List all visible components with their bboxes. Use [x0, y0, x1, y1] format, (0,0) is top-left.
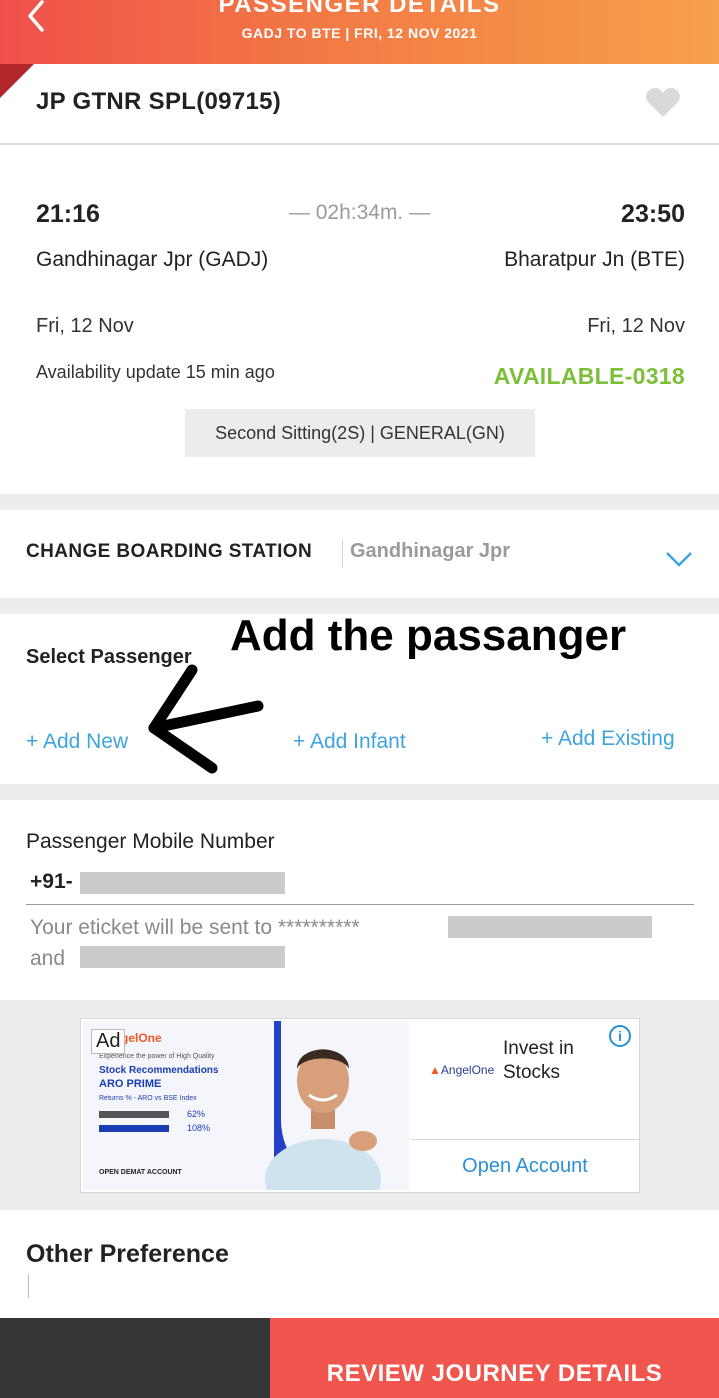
ad-headline: Stock Recommendations [99, 1065, 219, 1076]
page-title: PASSENGER DETAILS [218, 0, 501, 18]
add-infant-button[interactable]: + Add Infant [293, 730, 406, 754]
ad-tagline: Experience the power of High Quality [99, 1053, 215, 1060]
footer-left [0, 1318, 270, 1398]
review-journey-button[interactable]: REVIEW JOURNEY DETAILS [270, 1318, 719, 1398]
divider [342, 540, 343, 568]
eticket-line-1: Your eticket will be sent to ********** [30, 916, 360, 939]
train-card: JP GTNR SPL(09715) 21:16 — 02h:34m. — 23… [0, 64, 719, 494]
ad-logo: ▲AngelOne [429, 1063, 495, 1077]
person-illustration [265, 1049, 381, 1190]
ad-bar-value: 62% [187, 1109, 206, 1119]
availability-update: Availability update 15 min ago [36, 362, 275, 382]
ad-logo-text: AngelOne [440, 1063, 495, 1077]
add-new-button[interactable]: + Add New [26, 730, 128, 754]
ad-bar [99, 1125, 169, 1132]
ad-tag: Ad [91, 1029, 126, 1054]
boarding-station-row[interactable]: CHANGE BOARDING STATION Gandhinagar Jpr [0, 510, 719, 598]
header-bar: PASSENGER DETAILS GADJ TO BTE | FRI, 12 … [0, 0, 719, 64]
ad-bar-value: 108% [187, 1123, 211, 1133]
to-station: Bharatpur Jn (BTE) [504, 248, 685, 271]
divider [0, 143, 719, 145]
ad-small-cta: OPEN DEMAT ACCOUNT [99, 1169, 182, 1176]
open-account-button[interactable]: Open Account [411, 1155, 639, 1178]
ad-brand: gelOne [121, 1031, 162, 1045]
review-journey-label: REVIEW JOURNEY DETAILS [326, 1360, 663, 1387]
boarding-label: CHANGE BOARDING STATION [26, 541, 313, 562]
ad-invest-text: Invest in Stocks [503, 1038, 574, 1083]
mobile-number-input[interactable] [80, 872, 285, 894]
mobile-label: Passenger Mobile Number [26, 830, 275, 853]
journey-duration: — 02h:34m. — [288, 201, 431, 224]
redacted-phone [80, 946, 285, 968]
ad-text-panel: i ▲AngelOne Invest in Stocks [411, 1021, 637, 1141]
ad-bar [99, 1111, 169, 1118]
text-cursor [28, 1274, 29, 1298]
chevron-down-icon[interactable] [665, 550, 693, 568]
other-preference-section: Other Preference [0, 1210, 719, 1318]
from-date: Fri, 12 Nov [36, 315, 134, 337]
advertisement-banner[interactable]: gelOne Experience the power of High Qual… [80, 1018, 640, 1193]
heart-icon[interactable] [645, 86, 681, 119]
input-underline [26, 904, 694, 905]
route-subtitle: GADJ TO BTE | FRI, 12 NOV 2021 [241, 25, 478, 41]
annotation-arrow-icon [148, 664, 264, 774]
ad-aro: ARO PRIME [99, 1078, 162, 1090]
to-date: Fri, 12 Nov [587, 315, 685, 337]
from-station: Gandhinagar Jpr (GADJ) [36, 248, 269, 271]
arrival-time: 23:50 [621, 200, 685, 228]
redacted-email [448, 916, 652, 938]
add-existing-button[interactable]: + Add Existing [541, 727, 675, 751]
boarding-value: Gandhinagar Jpr [350, 540, 511, 562]
ad-creative: gelOne Experience the power of High Qual… [83, 1021, 409, 1190]
corner-ribbon [0, 64, 34, 98]
country-code: +91- [30, 870, 73, 893]
info-icon[interactable]: i [609, 1025, 631, 1047]
class-quota-badge: Second Sitting(2S) | GENERAL(GN) [185, 409, 535, 457]
mobile-section: Passenger Mobile Number +91- Your eticke… [0, 800, 719, 1000]
other-preference-label: Other Preference [26, 1240, 229, 1268]
ad-returns: Returns % - ARO vs BSE Index [99, 1095, 197, 1102]
divider [411, 1139, 639, 1140]
annotation-text: Add the passanger [230, 611, 627, 660]
select-passenger-section: Select Passenger + Add New + Add Infant … [0, 611, 719, 784]
train-name: JP GTNR SPL(09715) [36, 88, 282, 115]
availability-status: AVAILABLE-0318 [493, 363, 685, 389]
